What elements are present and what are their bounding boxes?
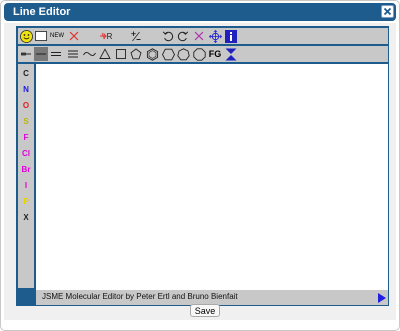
move-icon (208, 29, 222, 43)
move-button[interactable] (208, 29, 222, 43)
atom-label: C (23, 68, 29, 78)
jsme-editor: NEW R FG C N O S F Cl Br I P X JSME Mole… (16, 26, 389, 306)
ring4-button[interactable] (114, 47, 128, 61)
atom-label: P (23, 196, 29, 206)
atom-p-button[interactable]: P (19, 194, 33, 208)
title-bar: Line Editor (4, 3, 396, 21)
template-button[interactable] (224, 47, 238, 61)
undo-button[interactable] (161, 29, 175, 43)
dialog-body: NEW R FG C N O S F Cl Br I P X JSME Mole… (4, 23, 396, 320)
info-button[interactable] (224, 29, 238, 43)
double-bond-icon (51, 52, 61, 56)
editor-status-bar: JSME Molecular Editor by Peter Ertl and … (36, 290, 388, 305)
atom-n-button[interactable]: N (19, 82, 33, 96)
wave-icon (82, 52, 96, 56)
reaction-button[interactable]: R (98, 29, 114, 43)
square-icon (116, 49, 126, 59)
atom-c-button[interactable]: C (19, 66, 33, 80)
atom-s-button[interactable]: S (19, 114, 33, 128)
atom-cl-button[interactable]: Cl (19, 146, 33, 160)
ring5-button[interactable] (129, 47, 143, 61)
triangle-icon (99, 48, 111, 59)
reaction-label: R (106, 31, 113, 41)
wave-bond-button[interactable] (82, 47, 96, 61)
ring6-button[interactable] (161, 47, 175, 61)
chain-button[interactable] (19, 47, 33, 61)
atom-f-button[interactable]: F (19, 130, 33, 144)
editor-credit-text: JSME Molecular Editor by Peter Ertl and … (42, 292, 238, 301)
atom-label: X (23, 212, 29, 222)
delete-x-icon (69, 31, 79, 41)
new-button[interactable]: NEW (49, 29, 65, 43)
smiley-icon (19, 29, 33, 43)
heptagon-icon (176, 47, 190, 60)
atom-label: Cl (22, 148, 30, 158)
toolbar-top: NEW R (18, 28, 388, 44)
reaction-arrow-icon (99, 32, 107, 40)
drawing-canvas[interactable] (36, 64, 388, 290)
aromatic-ring-button[interactable] (145, 47, 159, 61)
undo-icon (162, 31, 174, 42)
atom-label: S (23, 116, 29, 126)
play-arrow-icon[interactable] (378, 293, 386, 303)
line-editor-dialog: Line Editor NEW R FG C N O S F Cl Br I P… (0, 0, 400, 331)
chain-icon (21, 52, 31, 56)
ring3-button[interactable] (98, 47, 112, 61)
atom-label: O (22, 100, 30, 110)
redo-icon (177, 31, 189, 42)
ring8-button[interactable] (192, 47, 206, 61)
charge-button[interactable] (129, 29, 143, 43)
smiley-button[interactable] (19, 29, 33, 43)
atom-o-button[interactable]: O (19, 98, 33, 112)
info-icon (225, 29, 237, 43)
close-button[interactable] (381, 5, 394, 18)
atom-br-button[interactable]: Br (19, 162, 33, 176)
dialog-title: Line Editor (13, 6, 71, 18)
atom-label: F (23, 132, 29, 142)
atom-label: N (23, 84, 29, 94)
delete-button[interactable] (67, 29, 81, 43)
hexagon-icon (161, 48, 175, 60)
atom-label: Br (21, 164, 31, 174)
blank-page-icon (35, 31, 47, 41)
functional-group-button[interactable]: FG (207, 47, 223, 61)
octagon-icon (192, 47, 206, 61)
single-bond-icon (36, 53, 46, 55)
atom-x-button[interactable]: X (19, 210, 33, 224)
clear-all-button[interactable] (192, 29, 206, 43)
clear-x-icon (194, 31, 204, 41)
save-button[interactable]: Save (190, 304, 220, 317)
triple-bond-icon (68, 50, 78, 58)
triangles-icon (225, 48, 237, 60)
atom-label: I (24, 180, 28, 190)
triple-bond-button[interactable] (66, 47, 80, 61)
aromatic-ring-icon (146, 47, 158, 61)
pentagon-icon (130, 48, 142, 60)
atom-toolbar: C N O S F Cl Br I P X (18, 64, 34, 288)
atom-i-button[interactable]: I (19, 178, 33, 192)
clear-button[interactable] (34, 29, 48, 43)
close-icon (383, 7, 392, 16)
single-bond-button[interactable] (34, 47, 48, 61)
double-bond-button[interactable] (49, 47, 63, 61)
plus-minus-icon (131, 31, 141, 41)
redo-button[interactable] (176, 29, 190, 43)
toolbar-bottom: FG (18, 46, 388, 62)
ring7-button[interactable] (176, 47, 190, 61)
